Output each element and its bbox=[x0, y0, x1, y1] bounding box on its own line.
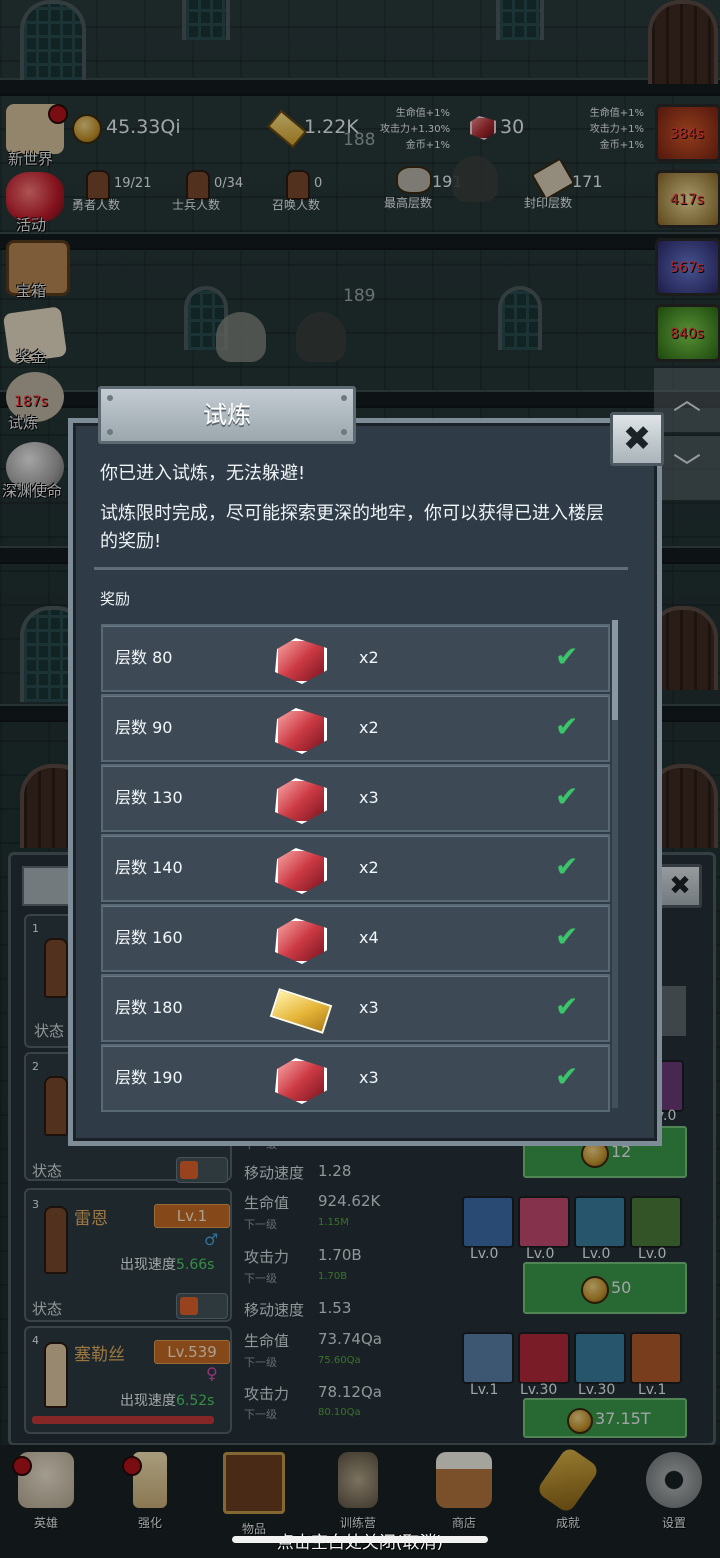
reward-row: 层数 80 x2 ✔ bbox=[101, 624, 610, 692]
rewards-scrollbar-thumb[interactable] bbox=[612, 620, 618, 720]
dialog-divider bbox=[94, 567, 628, 570]
check-icon: ✔ bbox=[555, 640, 579, 673]
ruby-icon bbox=[275, 708, 327, 754]
reward-row: 层数 190 x3 ✔ bbox=[101, 1044, 610, 1112]
dialog-line2: 试炼限时完成，尽可能探索更深的地牢，你可以获得已进入楼层的奖励! bbox=[100, 503, 604, 552]
dialog-title-plate: 试炼 bbox=[98, 386, 356, 444]
home-indicator[interactable] bbox=[232, 1536, 488, 1543]
reward-row: 层数 180 x3 ✔ bbox=[101, 974, 610, 1042]
reward-qty: x2 bbox=[359, 648, 379, 667]
reward-qty: x3 bbox=[359, 1068, 379, 1087]
rewards-label: 奖励 bbox=[100, 590, 131, 608]
reward-floor: 层数 160 bbox=[115, 928, 183, 947]
reward-qty: x2 bbox=[359, 718, 379, 737]
reward-floor: 层数 190 bbox=[115, 1068, 183, 1087]
check-icon: ✔ bbox=[555, 1060, 579, 1093]
dialog-line1: 你已进入试炼，无法躲避! bbox=[100, 463, 306, 484]
reward-row: 层数 90 x2 ✔ bbox=[101, 694, 610, 762]
reward-floor: 层数 140 bbox=[115, 858, 183, 877]
close-icon: ✖ bbox=[622, 419, 652, 459]
reward-floor: 层数 130 bbox=[115, 788, 183, 807]
dialog-close-button[interactable]: ✖ bbox=[610, 412, 664, 466]
reward-row: 层数 160 x4 ✔ bbox=[101, 904, 610, 972]
reward-row: 层数 130 x3 ✔ bbox=[101, 764, 610, 832]
check-icon: ✔ bbox=[555, 850, 579, 883]
ruby-icon bbox=[275, 848, 327, 894]
check-icon: ✔ bbox=[555, 780, 579, 813]
gold-bar-icon bbox=[269, 988, 333, 1034]
check-icon: ✔ bbox=[555, 990, 579, 1023]
reward-qty: x2 bbox=[359, 858, 379, 877]
reward-qty: x3 bbox=[359, 788, 379, 807]
reward-floor: 层数 90 bbox=[115, 718, 173, 737]
reward-floor: 层数 80 bbox=[115, 648, 173, 667]
ruby-icon bbox=[275, 638, 327, 684]
reward-qty: x4 bbox=[359, 928, 379, 947]
check-icon: ✔ bbox=[555, 920, 579, 953]
ruby-icon bbox=[275, 918, 327, 964]
reward-floor: 层数 180 bbox=[115, 998, 183, 1017]
reward-qty: x3 bbox=[359, 998, 379, 1017]
dialog-title: 试炼 bbox=[203, 401, 251, 429]
check-icon: ✔ bbox=[555, 710, 579, 743]
ruby-icon bbox=[275, 1058, 327, 1104]
reward-row: 层数 140 x2 ✔ bbox=[101, 834, 610, 902]
ruby-icon bbox=[275, 778, 327, 824]
